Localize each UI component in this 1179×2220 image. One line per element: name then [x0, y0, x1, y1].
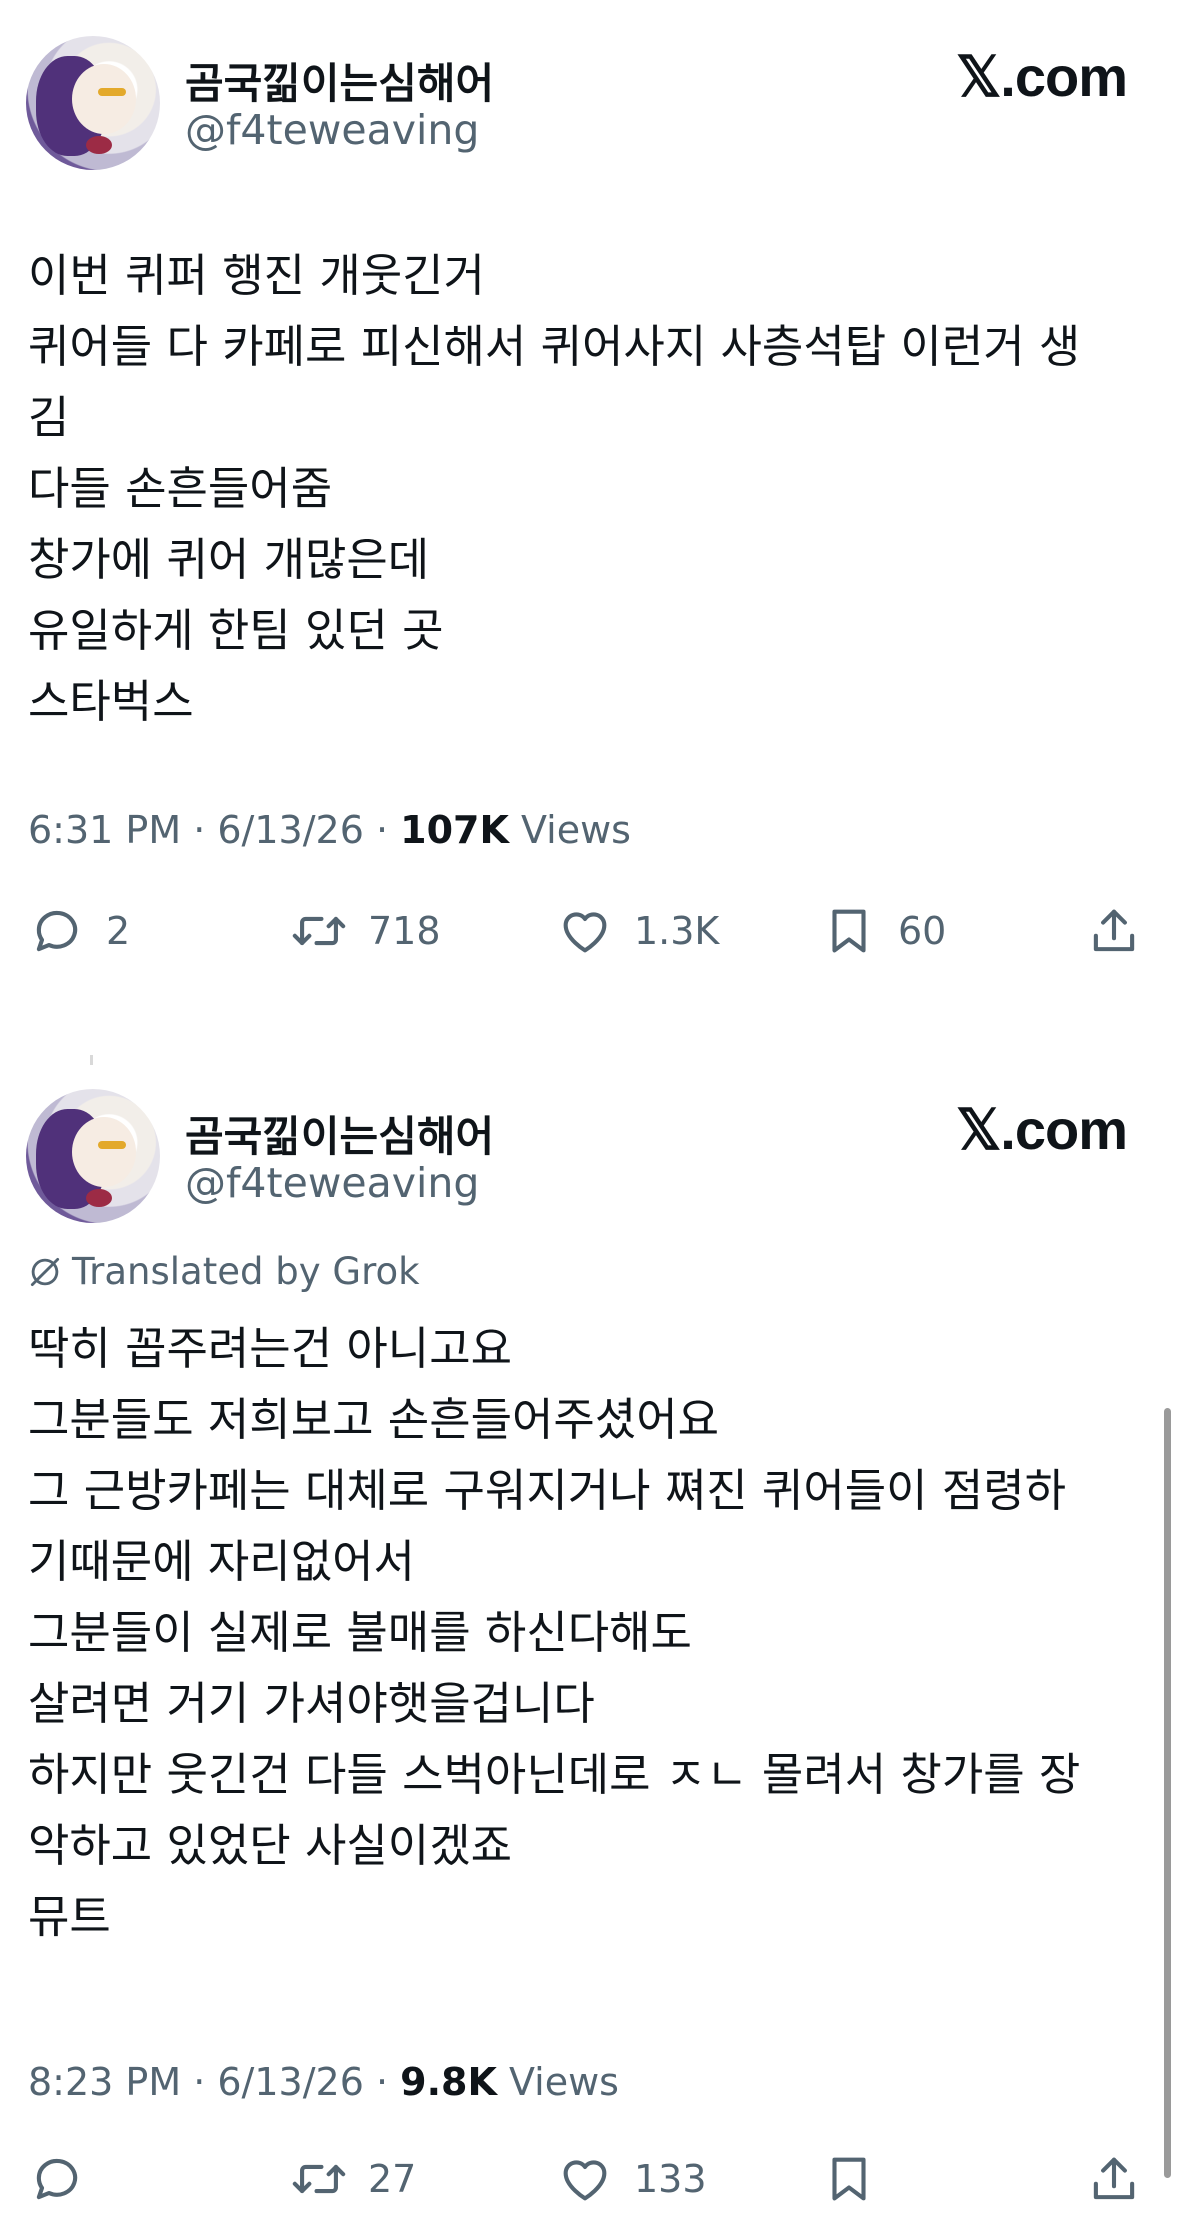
translated-by-label[interactable]: Translated by Grok: [26, 1250, 420, 1293]
reply-icon: [36, 910, 78, 952]
author-handle[interactable]: @f4teweaving: [185, 106, 479, 154]
tweet-text: 딱히 꼽주려는건 아니고요 그분들도 저희보고 손흔들어주셨어요 그 근방카페는…: [28, 1313, 1139, 1952]
author-display-name[interactable]: 곰국낆이는심해어: [185, 50, 494, 111]
avatar[interactable]: [26, 36, 160, 170]
tweet: 곰국낆이는심해어 @f4teweaving 𝕏.com Translated b…: [0, 1045, 1179, 2205]
repost-icon: [292, 916, 346, 946]
repost-icon: [292, 2164, 346, 2194]
repost-button[interactable]: 718: [290, 902, 441, 960]
bookmark-button[interactable]: [820, 2150, 898, 2208]
share-icon: [1093, 909, 1135, 952]
tweet-text-line: 그분들이 실제로 불매를 하신다해도: [28, 1606, 692, 1659]
tweet-text-line: 다들 손흔들어줌: [28, 462, 333, 515]
tweet-text-line: 김: [28, 391, 70, 444]
avatar[interactable]: [26, 1089, 160, 1223]
share-button[interactable]: [1085, 902, 1143, 960]
tweet-metadata: 8:23 PM · 6/13/26 · 9.8K Views: [28, 2060, 619, 2104]
tweet-text-line: 퀴어들 다 카페로 피신해서 퀴어사지 사층석탑 이런거 생: [28, 320, 1081, 373]
share-icon: [1093, 2157, 1135, 2200]
translate-icon: [30, 1257, 60, 1286]
like-count: 1.3K: [634, 909, 720, 953]
meta-separator: ·: [181, 2060, 218, 2104]
tweet-text-line: 기때문에 자리없어서: [28, 1535, 415, 1588]
reply-count: 2: [106, 909, 131, 953]
author-handle[interactable]: @f4teweaving: [185, 1159, 479, 1207]
views-label: Views: [521, 808, 631, 852]
like-button[interactable]: 1.3K: [556, 902, 719, 960]
scrollbar[interactable]: [1164, 1408, 1171, 2178]
reply-icon: [36, 2158, 78, 2200]
meta-separator: ·: [181, 808, 218, 852]
heart-icon: [563, 2160, 607, 2201]
x-com-logo: 𝕏.com: [956, 1098, 1128, 1161]
tweet-text-line: 살려면 거기 가셔야햇을겁니다: [28, 1677, 595, 1730]
bookmark-count: 60: [898, 909, 947, 953]
tweet-text-line: 하지만 웃긴건 다들 스벅아닌데로 ㅈㄴ 몰려서 창가를 장: [28, 1748, 1081, 1801]
views-count[interactable]: 9.8K: [400, 2060, 497, 2104]
tweet-actions: 27 133: [0, 2150, 1179, 2220]
tweet-metadata: 6:31 PM · 6/13/26 · 107K Views: [28, 808, 631, 852]
bookmark-icon: [832, 909, 866, 953]
meta-separator: ·: [363, 2060, 401, 2104]
tweet-actions: 2 718 1.3K 60: [0, 902, 1179, 972]
repost-count: 27: [368, 2157, 417, 2201]
like-count: 133: [634, 2157, 707, 2201]
repost-count: 718: [368, 909, 441, 953]
tweet: 곰국낆이는심해어 @f4teweaving 𝕏.com 이번 퀴퍼 행진 개웃긴…: [0, 0, 1179, 1000]
translated-by-text: Translated by Grok: [72, 1250, 420, 1293]
tweet-text-line: 딱히 꼽주려는건 아니고요: [28, 1322, 513, 1375]
tweet-text-line: 유일하게 한팀 있던 곳: [28, 604, 444, 657]
reply-button[interactable]: 2: [28, 902, 130, 960]
tweet-text-line: 악하고 있었단 사실이겠죠: [28, 1819, 513, 1872]
tweet-time[interactable]: 8:23 PM: [28, 2060, 181, 2104]
heart-icon: [563, 912, 607, 953]
meta-separator: ·: [363, 808, 401, 852]
tweet-text-line: 뮤트: [28, 1890, 111, 1943]
views-count[interactable]: 107K: [400, 808, 509, 852]
share-button[interactable]: [1085, 2150, 1143, 2208]
tweet-text-line: 스타벅스: [28, 675, 194, 728]
reply-button[interactable]: [28, 2150, 106, 2208]
tweet-date[interactable]: 6/13/26: [217, 808, 364, 852]
tweet-text: 이번 퀴퍼 행진 개웃긴거 퀴어들 다 카페로 피신해서 퀴어사지 사층석탑 이…: [28, 240, 1139, 737]
tweet-text-line: 그 근방카페는 대체로 구워지거나 쪄진 퀴어들이 점령하: [28, 1464, 1067, 1517]
bookmark-button[interactable]: 60: [820, 902, 946, 960]
repost-button[interactable]: 27: [290, 2150, 416, 2208]
author-display-name[interactable]: 곰국낆이는심해어: [185, 1103, 494, 1164]
bookmark-icon: [832, 2157, 866, 2201]
like-button[interactable]: 133: [556, 2150, 707, 2208]
tweet-time[interactable]: 6:31 PM: [28, 808, 181, 852]
tweet-date[interactable]: 6/13/26: [217, 2060, 364, 2104]
tweet-text-line: 창가에 퀴어 개많은데: [28, 533, 430, 586]
tweet-text-line: 이번 퀴퍼 행진 개웃긴거: [28, 249, 485, 302]
tweet-text-line: 그분들도 저희보고 손흔들어주셨어요: [28, 1393, 720, 1446]
views-label: Views: [508, 2060, 619, 2104]
x-com-logo: 𝕏.com: [956, 45, 1128, 108]
